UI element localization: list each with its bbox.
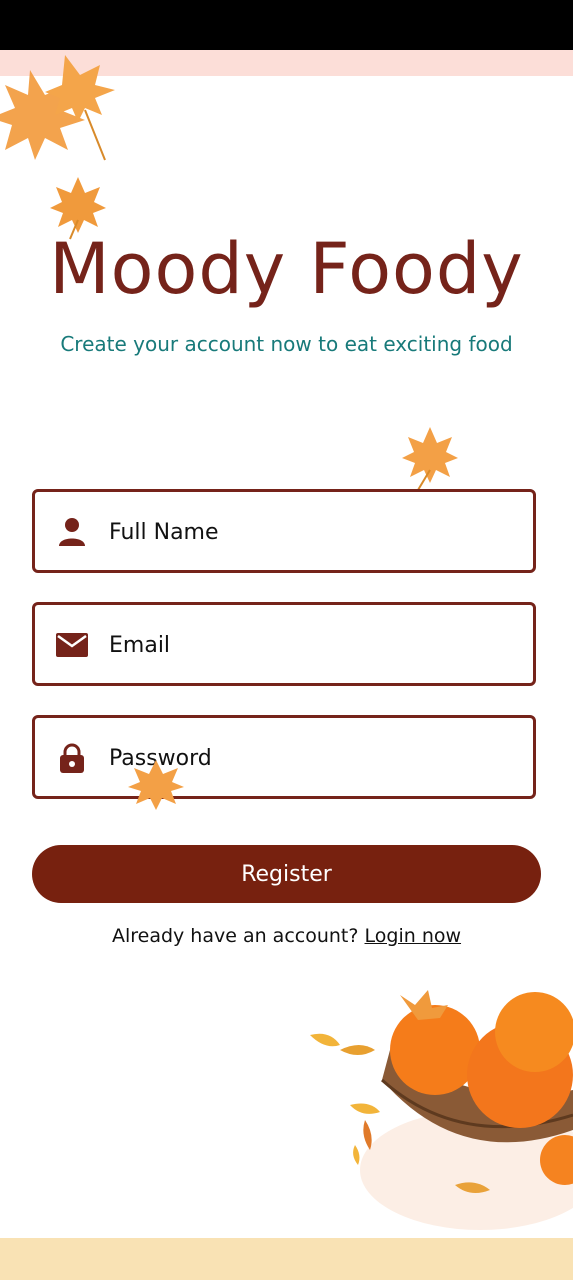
email-field[interactable]	[32, 602, 536, 686]
maple-leaf-icon	[0, 55, 115, 161]
login-prompt-text: Already have an account?	[111, 925, 359, 947]
full-name-input[interactable]	[109, 510, 519, 554]
app-subtitle: Create your account now to eat exciting …	[60, 332, 513, 356]
app-title: Moody Foody	[49, 228, 524, 310]
email-input[interactable]	[109, 623, 519, 667]
maple-leaf-icon	[402, 427, 458, 491]
password-field[interactable]	[32, 715, 536, 799]
login-prompt-line: Already have an account? Login now	[0, 925, 573, 947]
login-now-link[interactable]: Login now	[365, 925, 462, 947]
maple-leaf-icon	[128, 760, 184, 810]
full-name-field[interactable]	[32, 489, 536, 573]
orange-fruit-bowl-illustration	[310, 990, 573, 1230]
person-icon	[59, 518, 85, 546]
register-button[interactable]: Register	[32, 845, 541, 903]
status-bar	[0, 0, 573, 50]
bottom-decorative-band	[0, 1238, 573, 1280]
mail-icon	[56, 633, 88, 657]
lock-icon	[60, 743, 84, 773]
